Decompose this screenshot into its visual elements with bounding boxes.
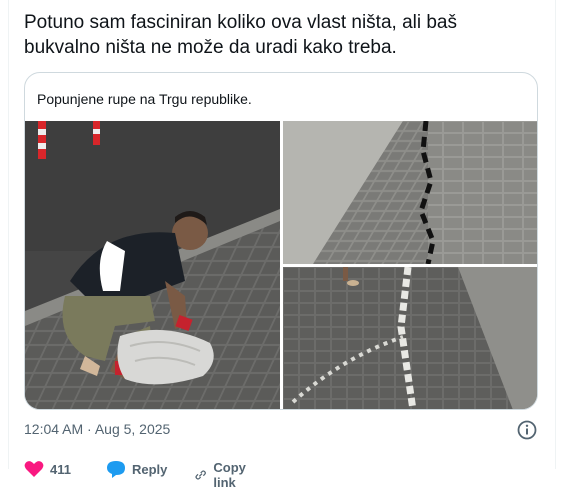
reply-button[interactable]: Reply <box>106 460 167 478</box>
photo-worker[interactable] <box>25 121 280 409</box>
card-caption: Popunjene rupe na Trgu republike. <box>37 91 252 107</box>
photo-paving-gaps[interactable] <box>283 121 537 264</box>
tweet-text-line-1: Potuno sam fasciniran koliko ova vlast n… <box>24 12 457 33</box>
info-icon[interactable] <box>516 419 538 441</box>
tweet-text: Potuno sam fasciniran koliko ova vlast n… <box>24 10 544 60</box>
like-count: 411 <box>50 461 71 477</box>
copy-link-button[interactable]: Copy link <box>194 460 253 490</box>
heart-icon <box>24 461 44 477</box>
photo-repaired-street[interactable] <box>283 267 537 409</box>
copy-link-label: Copy link <box>213 460 246 490</box>
tweet-timestamp[interactable]: 12:04 AM · Aug 5, 2025 <box>24 421 170 437</box>
like-button[interactable]: 411 <box>24 460 71 478</box>
timeline-right-border <box>555 0 556 469</box>
media-card[interactable]: Popunjene rupe na Trgu republike. <box>24 72 538 410</box>
reply-bubble-icon <box>107 461 125 478</box>
tweet-text-line-2: bukvalno ništa ne može da uradi kako tre… <box>24 37 397 58</box>
reply-label: Reply <box>132 461 168 477</box>
timeline-left-border <box>8 0 9 469</box>
